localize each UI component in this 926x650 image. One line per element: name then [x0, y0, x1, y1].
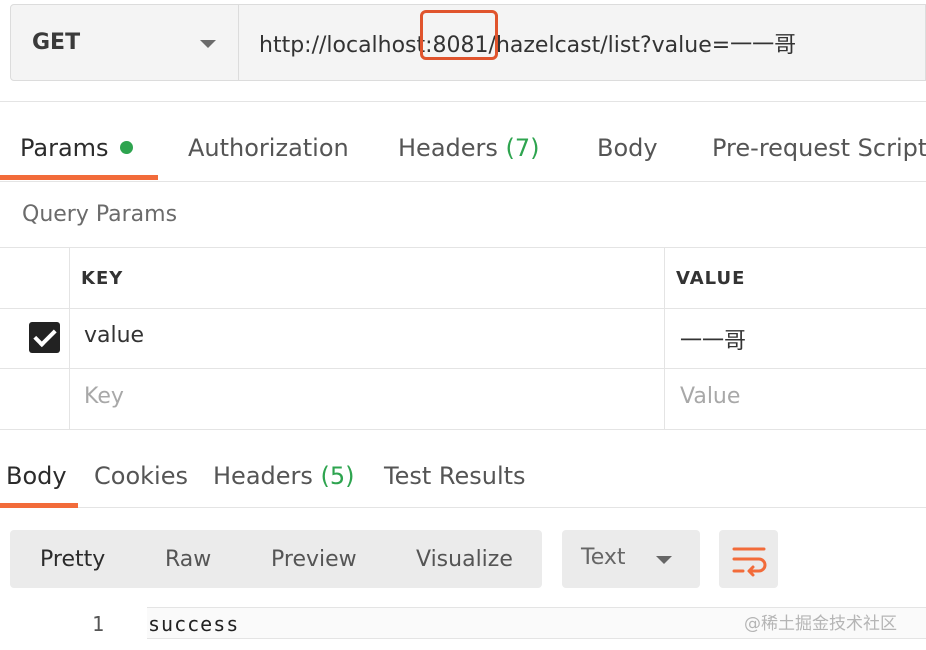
wrap-lines-button[interactable] — [719, 530, 778, 588]
active-response-tab-indicator — [0, 503, 78, 508]
active-tab-indicator — [0, 175, 158, 180]
response-tab-cookies[interactable]: Cookies — [94, 462, 188, 490]
query-params-title: Query Params — [22, 202, 178, 227]
column-divider — [664, 309, 665, 368]
query-params-table: KEY VALUE value 一一哥 Key Value — [0, 247, 926, 430]
method-select[interactable]: GET — [11, 5, 239, 80]
chevron-down-icon — [200, 40, 216, 48]
params-active-dot-icon — [119, 140, 133, 154]
line-number: 1 — [92, 612, 105, 636]
view-mode-group: Pretty Raw Preview Visualize — [10, 530, 542, 588]
method-label: GET — [32, 30, 81, 55]
divider — [0, 101, 926, 102]
request-bar: GET http://localhost:8081/hazelcast/list… — [10, 4, 926, 81]
divider — [0, 507, 926, 508]
response-headers-count-badge: (5) — [320, 462, 355, 490]
key-column-header: KEY — [81, 268, 124, 289]
preview-button[interactable]: Preview — [271, 530, 357, 588]
tab-params-label: Params — [20, 134, 109, 162]
format-label: Text — [581, 545, 626, 570]
table-row: value 一一哥 — [0, 309, 926, 369]
chevron-down-icon — [656, 556, 672, 564]
tab-prerequest-script[interactable]: Pre-request Script — [712, 134, 926, 162]
column-divider — [69, 369, 70, 429]
column-divider — [664, 369, 665, 429]
column-divider — [664, 248, 665, 308]
format-select[interactable]: Text — [562, 530, 700, 588]
param-value-input[interactable]: 一一哥 — [680, 323, 746, 355]
watermark: @稀土掘金技术社区 — [744, 614, 897, 634]
table-header-row: KEY VALUE — [0, 248, 926, 309]
response-tab-headers-label: Headers — [213, 462, 313, 490]
value-column-header: VALUE — [676, 268, 746, 289]
wrap-lines-icon — [732, 547, 767, 577]
table-row-empty: Key Value — [0, 369, 926, 430]
column-divider — [69, 248, 70, 308]
new-key-input[interactable]: Key — [84, 384, 124, 409]
tab-headers[interactable]: Headers (7) — [398, 134, 540, 162]
response-tab-headers[interactable]: Headers (5) — [213, 462, 355, 490]
url-input[interactable]: http://localhost:8081/hazelcast/list?val… — [259, 5, 796, 80]
divider — [0, 181, 926, 182]
column-divider — [69, 309, 70, 368]
tab-authorization[interactable]: Authorization — [188, 134, 349, 162]
param-enabled-checkbox[interactable] — [29, 322, 60, 353]
new-value-input[interactable]: Value — [680, 384, 740, 409]
tab-headers-label: Headers — [398, 134, 498, 162]
pretty-button[interactable]: Pretty — [40, 530, 105, 588]
visualize-button[interactable]: Visualize — [416, 530, 513, 588]
raw-button[interactable]: Raw — [165, 530, 211, 588]
response-body-text: success — [148, 612, 240, 636]
param-key-input[interactable]: value — [84, 323, 144, 348]
response-tab-test-results[interactable]: Test Results — [384, 462, 526, 490]
tab-body[interactable]: Body — [597, 134, 658, 162]
headers-count-badge: (7) — [505, 134, 540, 162]
tab-params[interactable]: Params — [20, 134, 133, 162]
request-tabs: Params Authorization Headers (7) Body Pr… — [0, 120, 926, 182]
response-tab-body[interactable]: Body — [6, 462, 67, 490]
